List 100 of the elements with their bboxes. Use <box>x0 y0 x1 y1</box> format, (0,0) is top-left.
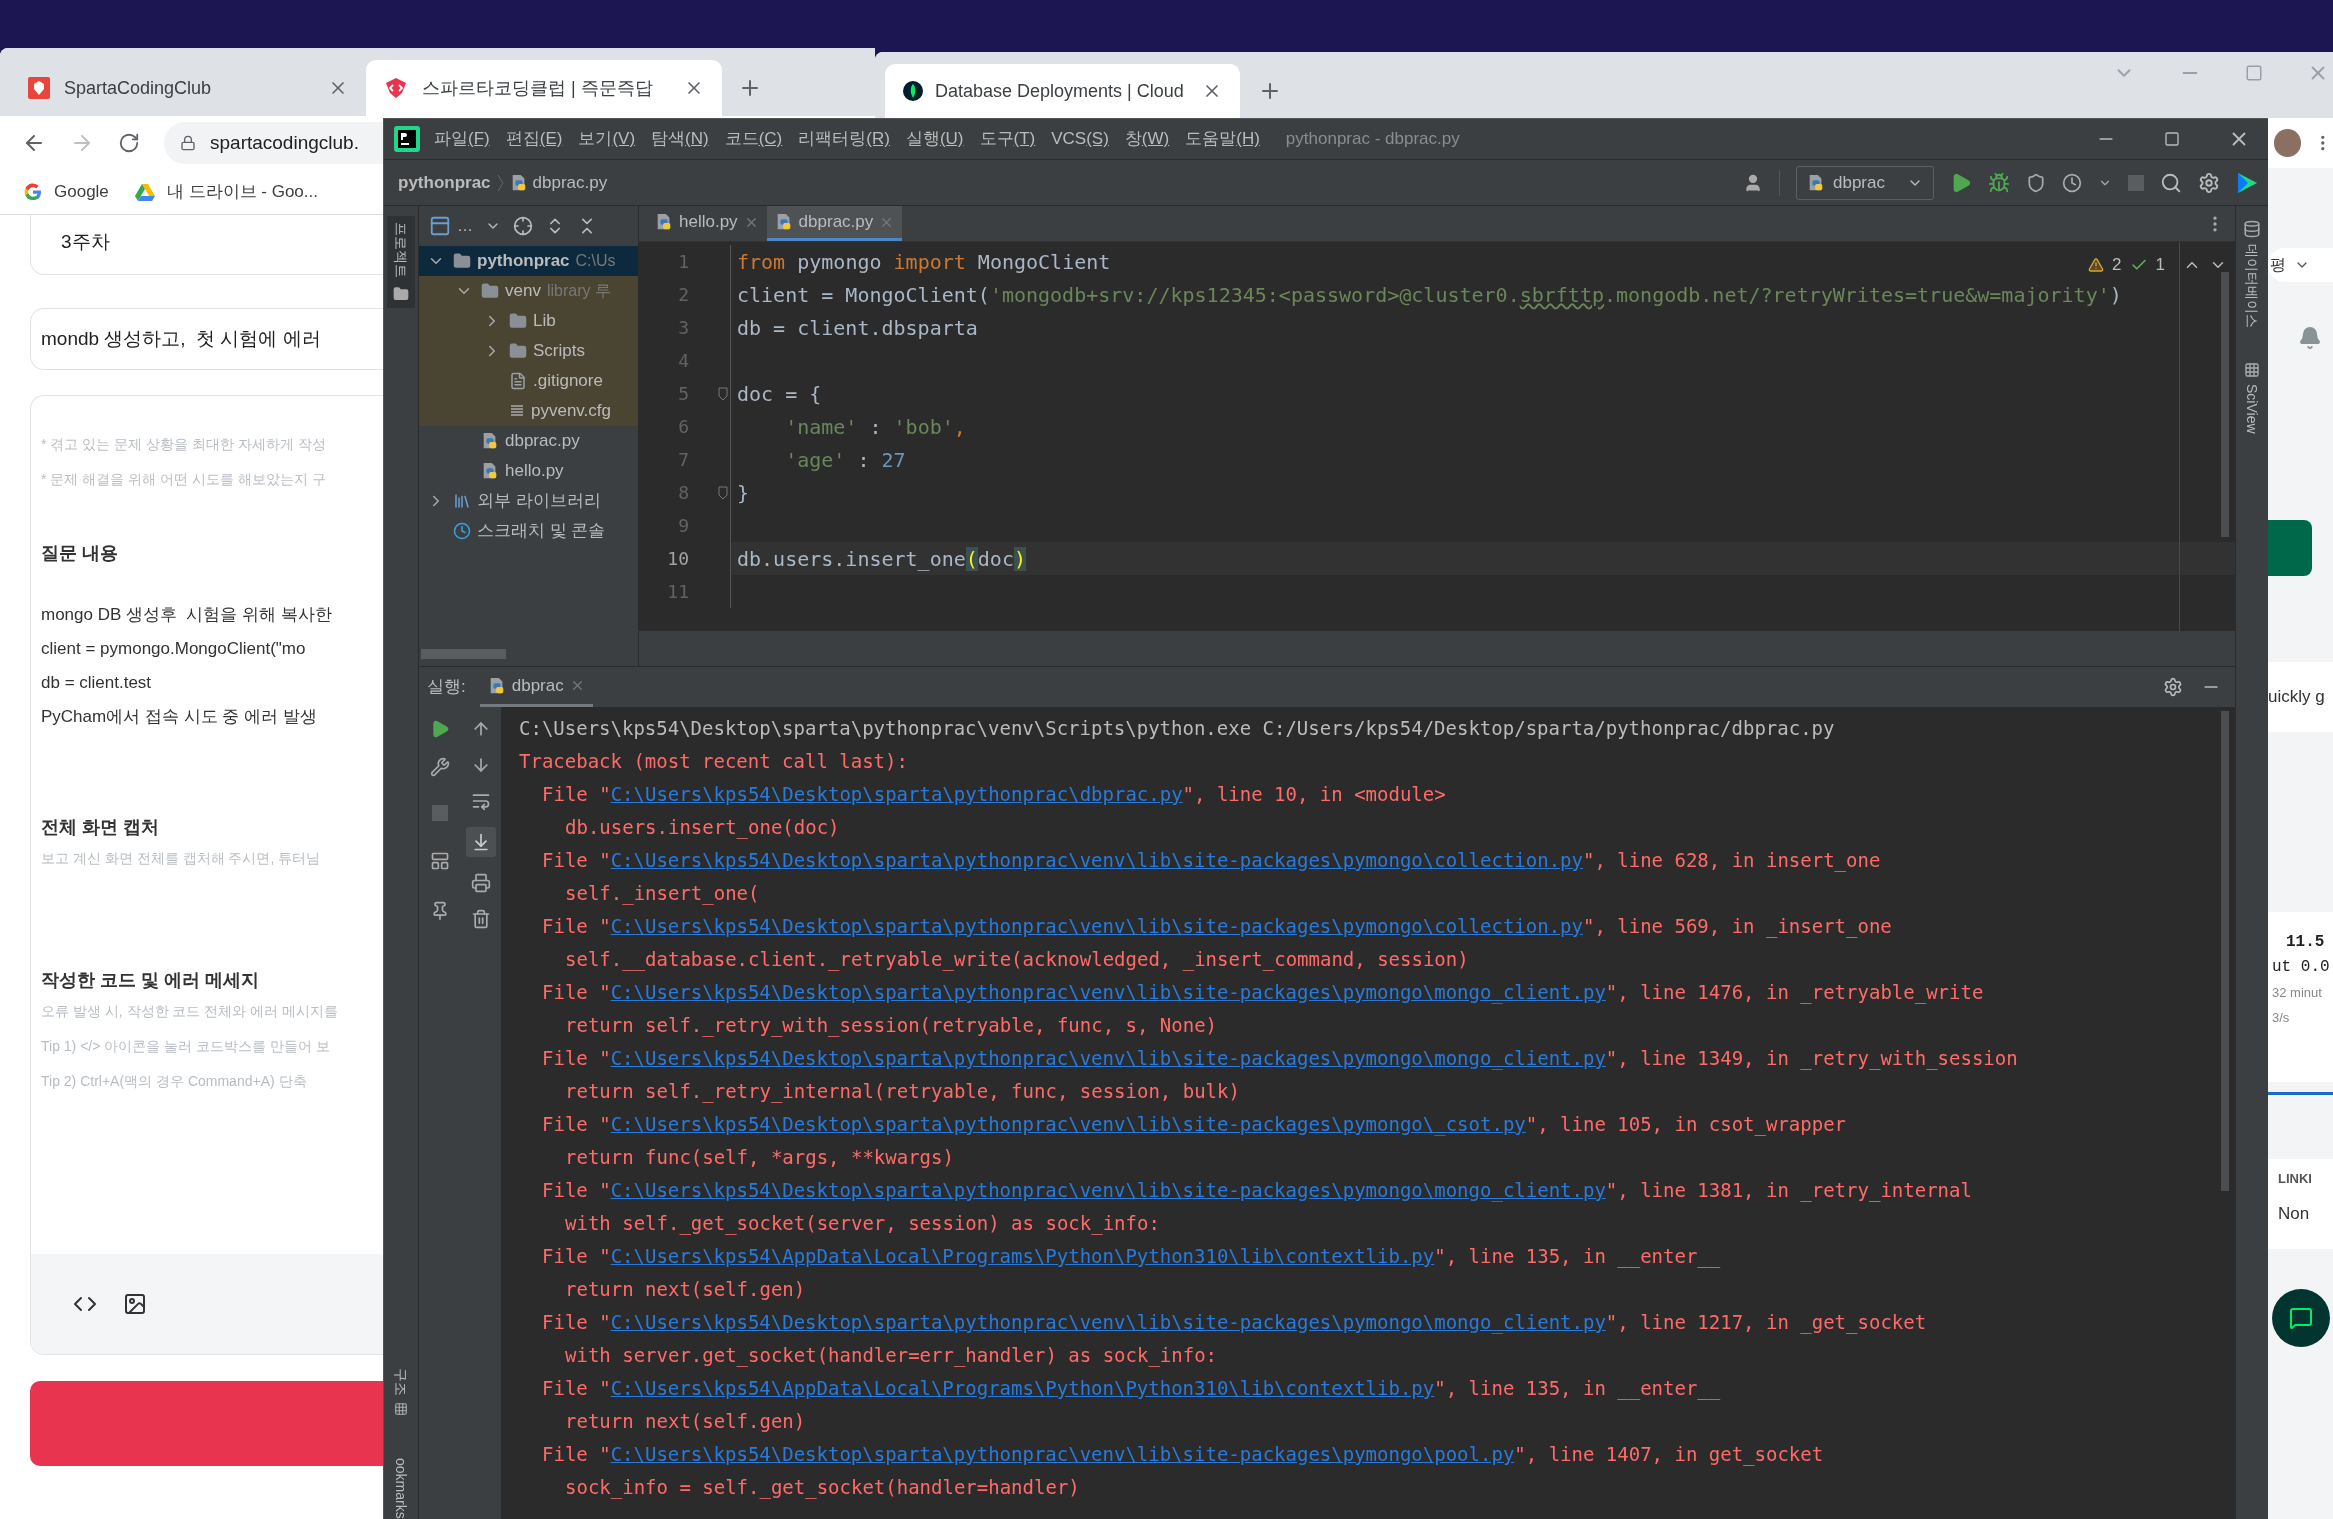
tree-item[interactable]: hello.py <box>419 456 638 486</box>
menu-item[interactable]: 파일(F) <box>434 126 490 152</box>
coverage-icon[interactable] <box>2026 172 2046 193</box>
tree-item[interactable]: 외부 라이브러리 <box>419 486 638 516</box>
avatar[interactable] <box>2274 129 2302 157</box>
console-line: File "C:\Users\kps54\AppData\Local\Programs\Python\Python310\lib\contextlib.py", line 135, in __enter__ <box>541 1376 1722 1402</box>
console-line: return next(self.gen) <box>564 1409 807 1434</box>
tree-item[interactable]: dbprac.py <box>419 426 638 456</box>
file-link[interactable]: C:\Users\kps54\Desktop\sparta\pythonprac\venv\lib\site-packages\pymongo\pool.py <box>610 1443 1515 1465</box>
bookmark[interactable]: Google <box>24 179 109 205</box>
tree-item[interactable]: pythonprac C:\Us <box>419 246 638 276</box>
menu-item[interactable]: 도움말(H) <box>1185 126 1260 152</box>
file-link[interactable]: C:\Users\kps54\Desktop\sparta\pythonprac\venv\lib\site-packages\pymongo\_csot.py <box>610 1113 1526 1135</box>
line-number: 8 <box>677 481 689 505</box>
console-line: return self._retry_with_session(retryable, func, s, None) <box>564 1013 1219 1039</box>
wrench-icon[interactable] <box>429 757 450 777</box>
database-icon <box>2243 220 2261 238</box>
chat-button[interactable] <box>2272 1289 2330 1347</box>
tool-window-tab[interactable]: 프로젝트 <box>387 216 415 308</box>
locate-icon[interactable] <box>513 216 533 236</box>
code-line: db = client.dbsparta <box>737 314 978 342</box>
bookmark[interactable]: 내 드라이브 - Goo... <box>134 179 318 205</box>
triangle-logo-icon[interactable] <box>2236 171 2258 194</box>
scrollbar-thumb[interactable] <box>421 648 506 659</box>
hint-text: Tip 1) </> 아이콘을 눌러 코드박스를 만들어 보 <box>41 1037 331 1056</box>
file-link[interactable]: C:\Users\kps54\Desktop\sparta\pythonprac\venv\lib\site-packages\pymongo\mongo_client.py <box>610 1179 1606 1201</box>
image-icon[interactable] <box>123 1292 147 1316</box>
hint-text: Tip 2) Ctrl+A(맥의 경우 Command+A) 단축 <box>41 1072 308 1091</box>
project-view-icon[interactable] <box>429 215 451 237</box>
wrap-icon[interactable] <box>470 791 491 811</box>
file-link[interactable]: C:\Users\kps54\Desktop\sparta\pythonprac\venv\lib\site-packages\pymongo\mongo_client.py <box>610 1047 1606 1069</box>
file-link[interactable]: C:\Users\kps54\Desktop\sparta\pythonprac\venv\lib\site-packages\pymongo\mongo_client.py <box>610 1311 1606 1333</box>
menu-item[interactable]: 도구(T) <box>979 126 1036 152</box>
bookmarks-tab[interactable]: ookmarks <box>388 1458 414 1519</box>
tree-item[interactable]: Scripts <box>419 336 638 366</box>
tree-item[interactable]: Lib <box>419 306 638 336</box>
file-link[interactable]: C:\Users\kps54\Desktop\sparta\pythonprac\venv\lib\site-packages\pymongo\mongo_client.py <box>610 981 1606 1003</box>
ok-count: 1 <box>2155 254 2165 276</box>
search-icon[interactable] <box>2160 171 2182 194</box>
menu-item[interactable]: VCS(S) <box>1051 126 1109 152</box>
sciview-tab[interactable]: SciView <box>2239 384 2265 434</box>
sort-label[interactable]: 평 <box>2270 253 2286 277</box>
address-bar[interactable]: spartacodingclub. <box>164 122 383 164</box>
reload-icon[interactable] <box>118 132 140 154</box>
console-line: with self._get_socket(server, session) as sock_info: <box>564 1211 1161 1237</box>
menu-item[interactable]: 리팩터링(R) <box>798 126 890 152</box>
python-file-icon <box>1807 173 1825 192</box>
url-text: spartacodingclub. <box>210 130 359 155</box>
app-logo-icon <box>394 126 420 152</box>
file-link[interactable]: C:\Users\kps54\Desktop\sparta\pythonprac\dbprac.py <box>610 783 1183 805</box>
database-tab[interactable]: 데이터베이스 <box>2239 244 2265 328</box>
breadcrumb-item[interactable]: pythonprac <box>398 169 491 196</box>
tree-item[interactable]: .gitignore <box>419 366 638 396</box>
editor-tab[interactable]: dbprac.py <box>766 206 903 241</box>
menu-item[interactable]: 보기(V) <box>578 126 636 152</box>
run-config-dropdown[interactable]: dbprac <box>1796 165 1934 200</box>
body-text: client = pymongo.MongoClient("mo <box>41 638 307 660</box>
fold-icon[interactable] <box>718 386 728 401</box>
browser-tab[interactable]: Database Deployments | Cloud <box>885 64 1240 118</box>
menu-item[interactable]: 탐색(N) <box>651 126 709 152</box>
lock-icon <box>180 135 196 151</box>
structure-tab[interactable]: 구조 <box>388 1368 414 1397</box>
section-heading: 질문 내용 <box>41 542 119 565</box>
trash-icon[interactable] <box>470 909 491 929</box>
menu-item[interactable]: 실행(U) <box>905 126 964 152</box>
browser-tab[interactable]: SpartaCodingClub <box>10 60 366 116</box>
print-icon[interactable] <box>470 873 491 893</box>
file-link[interactable]: C:\Users\kps54\AppData\Local\Programs\Python\Python310\lib\contextlib.py <box>610 1245 1435 1267</box>
fold-icon[interactable] <box>718 485 728 500</box>
settings-icon[interactable] <box>2163 677 2183 697</box>
settings-icon[interactable] <box>2198 171 2220 194</box>
console-line: File "C:\Users\kps54\Desktop\sparta\pythonprac\venv\lib\site-packages\pymongo\mongo_client.py", line 1476, in _retryable_write <box>541 980 1985 1006</box>
scroll-to-end-button[interactable] <box>465 827 496 857</box>
menu-item[interactable]: 창(W) <box>1124 126 1170 152</box>
tree-item[interactable]: venv library 루 <box>419 276 638 306</box>
file-link[interactable]: C:\Users\kps54\Desktop\sparta\pythonprac\venv\lib\site-packages\pymongo\collection.py <box>610 849 1583 871</box>
console-line: return func(self, *args, **kwargs) <box>564 1145 955 1170</box>
console-line: self._insert_one( <box>564 881 761 907</box>
browser-tab[interactable]: 스파르타코딩클럽 | 즉문즉답 <box>366 60 722 116</box>
title-field[interactable]: mondb 생성하고, 첫 시험에 에러 <box>30 308 383 370</box>
tree-item[interactable]: pyvenv.cfg <box>419 396 638 426</box>
tab-title: Database Deployments | Cloud <box>935 79 1185 103</box>
layout-icon[interactable] <box>429 851 450 871</box>
line-number: 1 <box>677 250 689 274</box>
menu-item[interactable]: 코드(C) <box>724 126 783 152</box>
bell-icon[interactable] <box>2298 326 2322 350</box>
body-text: db = client.test <box>41 672 153 694</box>
breadcrumb-item[interactable]: dbprac.py <box>532 169 608 196</box>
user-icon[interactable] <box>1743 172 1763 193</box>
profile-icon[interactable] <box>2062 172 2082 193</box>
file-link[interactable]: C:\Users\kps54\Desktop\sparta\pythonprac\venv\lib\site-packages\pymongo\collection.py <box>610 915 1583 937</box>
debug-icon[interactable] <box>1988 171 2010 194</box>
file-link[interactable]: C:\Users\kps54\AppData\Local\Programs\Python\Python310\lib\contextlib.py <box>610 1377 1435 1399</box>
menu-item[interactable]: 편집(E) <box>505 126 563 152</box>
tree-item[interactable]: 스크래치 및 콘솔 <box>419 516 638 546</box>
scrollbar-thumb[interactable] <box>2221 711 2229 1191</box>
editor-tab[interactable]: hello.py <box>647 206 767 241</box>
links-label: LINKI <box>2278 1170 2313 1188</box>
maximize-icon[interactable] <box>2164 131 2180 147</box>
scrollbar-thumb[interactable] <box>2221 272 2229 537</box>
